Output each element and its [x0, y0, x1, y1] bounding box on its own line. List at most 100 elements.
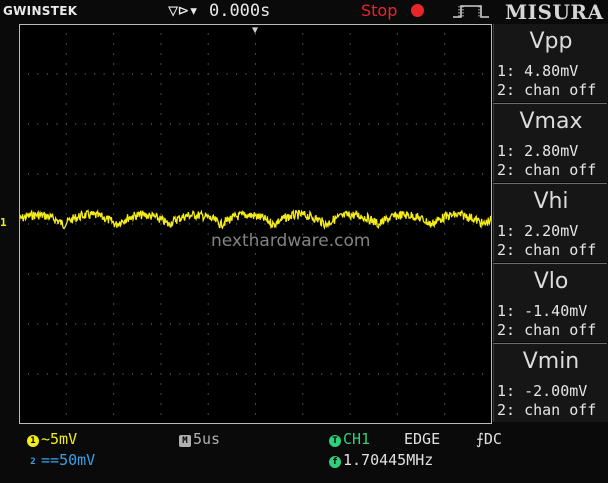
- grid-dot: [27, 323, 29, 325]
- grid-dot: [94, 173, 96, 175]
- grid-dot: [56, 223, 58, 225]
- grid-dot: [396, 113, 398, 115]
- ch1-scale-readout[interactable]: 1 ~5mV: [27, 430, 77, 448]
- grid-dot: [207, 143, 209, 145]
- grid-dot: [207, 343, 209, 345]
- grid-dot: [302, 133, 304, 135]
- grid-dot: [444, 343, 446, 345]
- grid-dot: [207, 333, 209, 335]
- grid-dot: [188, 73, 190, 75]
- timebase-readout[interactable]: M 5us: [179, 430, 220, 448]
- measure-slot-4[interactable]: Vlo 1: -1.40mV 2: chan off: [493, 264, 608, 342]
- grid-dot: [207, 193, 209, 195]
- ch2-scale-readout[interactable]: 2 ==50mV: [27, 451, 95, 469]
- grid-dot: [302, 193, 304, 195]
- grid-dot: [349, 403, 351, 405]
- grid-dot: [302, 263, 304, 265]
- grid-dot: [396, 53, 398, 55]
- grid-dot: [188, 123, 190, 125]
- grid-dot: [444, 163, 446, 165]
- grid-dot: [387, 273, 389, 275]
- grid-dot: [113, 333, 115, 335]
- grid-dot: [444, 373, 446, 375]
- grid-dot: [150, 73, 152, 75]
- grid-dot: [198, 73, 200, 75]
- measure-ch1-value: 1: 2.80mV: [497, 142, 579, 160]
- grid-dot: [46, 223, 48, 225]
- grid-dot: [359, 273, 361, 275]
- grid-dot: [330, 73, 332, 75]
- grid-dot: [283, 273, 285, 275]
- grid-dot: [46, 323, 48, 325]
- grid-dot: [113, 203, 115, 205]
- trigger-type[interactable]: EDGE: [404, 430, 440, 448]
- measure-slot-2[interactable]: Vmax 1: 2.80mV 2: chan off: [493, 104, 608, 182]
- grid-dot: [302, 93, 304, 95]
- grid-dot: [160, 153, 162, 155]
- grid-dot: [65, 63, 67, 65]
- grid-dot: [302, 43, 304, 45]
- grid-dot: [255, 73, 256, 75]
- grid-dot: [65, 263, 67, 265]
- grid-dot: [207, 393, 209, 395]
- grid-dot: [188, 223, 190, 225]
- grid-dot: [302, 253, 304, 255]
- grid-dot: [415, 73, 417, 75]
- grid-dot: [396, 93, 398, 95]
- grid-dot: [453, 223, 455, 225]
- grid-dot: [415, 223, 417, 225]
- grid-dot: [396, 363, 398, 365]
- grid-dot: [207, 403, 209, 405]
- grid-dot: [226, 323, 228, 325]
- grid-dot: [207, 413, 209, 415]
- grid-dot: [113, 363, 115, 365]
- grid-dot: [349, 333, 351, 335]
- grid-dot: [65, 203, 67, 205]
- grid-dot: [236, 73, 238, 75]
- grid-dot: [434, 173, 436, 175]
- grid-dot: [56, 323, 58, 325]
- grid-dot: [65, 123, 67, 125]
- frequency-readout: f 1.70445MHz: [329, 451, 433, 469]
- grid-dot: [302, 113, 304, 115]
- grid-dot: [255, 163, 256, 165]
- grid-dot: [255, 193, 256, 195]
- grid-dot: [255, 53, 256, 55]
- measure-slot-5[interactable]: Vmin 1: -2.00mV 2: chan off: [493, 344, 608, 422]
- grid-dot: [255, 143, 256, 145]
- grid-dot: [65, 133, 67, 135]
- grid-dot: [444, 33, 446, 35]
- grid-dot: [150, 223, 152, 225]
- trigger-coupling-readout[interactable]: ⨍DC: [476, 430, 502, 448]
- grid-dot: [444, 73, 446, 75]
- grid-dot: [482, 73, 484, 75]
- grid-dot: [377, 73, 379, 75]
- ch2-badge-icon: 2: [27, 456, 39, 468]
- ch1-coupling-icon: ~: [41, 430, 51, 448]
- trigger-source-readout[interactable]: T CH1: [329, 430, 370, 448]
- grid-dot: [94, 223, 96, 225]
- grid-dot: [113, 413, 115, 415]
- grid-dot: [113, 43, 115, 45]
- grid-dot: [425, 373, 427, 375]
- grid-dot: [65, 243, 67, 245]
- grid-dot: [207, 363, 209, 365]
- grid-dot: [236, 323, 238, 325]
- grid-dot: [122, 273, 124, 275]
- grid-dot: [226, 173, 228, 175]
- grid-dot: [302, 383, 304, 385]
- grid-dot: [65, 353, 67, 355]
- grid-dot: [65, 373, 67, 375]
- grid-dot: [302, 333, 304, 335]
- grid-dot: [160, 323, 162, 325]
- grid-dot: [434, 323, 436, 325]
- measure-slot-1[interactable]: Vpp 1: 4.80mV 2: chan off: [493, 24, 608, 102]
- grid-dot: [302, 293, 304, 295]
- grid-dot: [302, 283, 304, 285]
- grid-dot: [113, 343, 115, 345]
- grid-dot: [302, 353, 304, 355]
- grid-dot: [113, 103, 115, 105]
- grid-dot: [150, 373, 152, 375]
- measure-slot-3[interactable]: Vhi 1: 2.20mV 2: chan off: [493, 184, 608, 262]
- ch2-scale-value: 50mV: [59, 451, 96, 469]
